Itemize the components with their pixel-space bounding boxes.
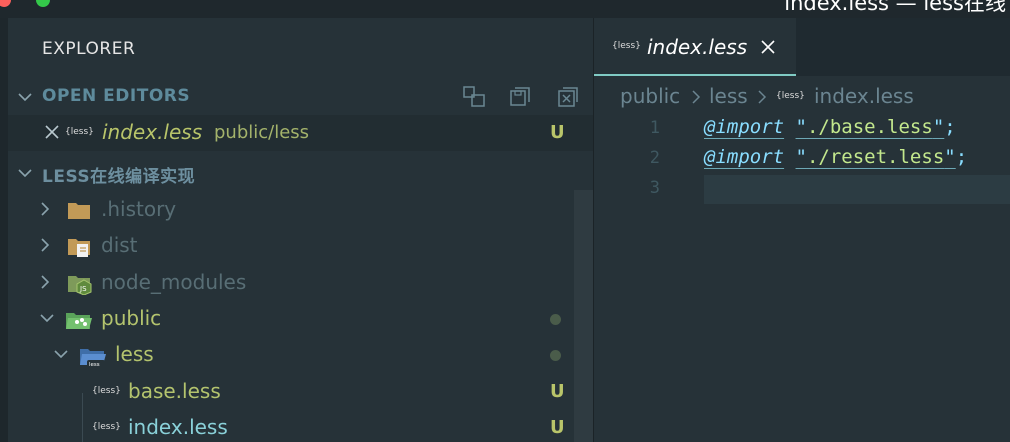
semicolon: ; xyxy=(944,116,956,138)
dist-folder-icon xyxy=(68,239,90,257)
tree-item-label: less xyxy=(115,342,154,366)
close-icon[interactable] xyxy=(44,124,60,140)
less-file-icon: {less} xyxy=(65,127,94,137)
line-number: 3 xyxy=(649,178,660,198)
tree-item-label: public xyxy=(101,306,162,330)
less-folder-icon: less xyxy=(80,349,106,368)
open-editors-header[interactable]: OPEN EDITORS xyxy=(8,81,593,111)
explorer-sidebar: EXPLORER OPEN EDITORS {less} index.less … xyxy=(8,18,593,442)
tree-item-label: dist xyxy=(101,233,138,257)
public-folder-icon xyxy=(66,313,92,329)
chevron-down-icon xyxy=(18,93,32,102)
indent-guide xyxy=(82,393,83,442)
tree-item-node-modules[interactable]: JS node_modules xyxy=(8,264,593,300)
chevron-right-icon xyxy=(41,275,50,289)
tree-item-base-less[interactable]: {less} base.less U xyxy=(8,373,593,409)
git-untracked-badge: U xyxy=(550,381,565,402)
chevron-right-icon xyxy=(758,90,767,104)
chevron-down-icon xyxy=(40,314,54,323)
open-editors-label: OPEN EDITORS xyxy=(42,86,191,106)
tree-item-public[interactable]: public xyxy=(8,300,593,336)
line-number: 1 xyxy=(649,118,660,138)
modified-dot xyxy=(550,314,561,325)
project-folder-label: LESS在线编译实现 xyxy=(42,167,196,187)
tree-item-less-folder[interactable]: less less xyxy=(8,336,593,372)
title-bar: index.less — less在线 xyxy=(0,0,1010,18)
tree-item-label: node_modules xyxy=(101,270,247,294)
git-untracked-badge: U xyxy=(550,122,565,143)
semicolon: ; xyxy=(955,146,968,168)
node-folder-icon: JS xyxy=(68,276,92,295)
tree-item-label: base.less xyxy=(128,379,221,403)
close-icon[interactable] xyxy=(760,39,776,55)
modified-dot xyxy=(550,350,561,361)
tab-index-less[interactable]: {less} index.less xyxy=(594,18,796,76)
tab-label: index.less xyxy=(647,35,748,59)
open-editor-item[interactable]: {less} index.less public/less U xyxy=(8,115,593,151)
breadcrumb-item-public[interactable]: public xyxy=(620,84,680,108)
code-line[interactable]: @import "./reset.less"; xyxy=(704,146,967,168)
chevron-down-icon xyxy=(54,350,68,359)
editor-area: {less} index.less public less {less} ind… xyxy=(594,18,1010,442)
tree-item-history[interactable]: .history xyxy=(8,191,593,227)
close-window-button[interactable] xyxy=(0,0,11,7)
open-editor-filename: index.less xyxy=(102,120,203,144)
save-all-icon[interactable] xyxy=(508,84,534,110)
less-file-icon: {less} xyxy=(612,41,641,51)
less-file-icon: {less} xyxy=(92,422,121,432)
import-keyword: @import xyxy=(704,146,785,168)
tree-item-index-less[interactable]: {less} index.less U xyxy=(8,409,593,442)
sidebar-scrollbar[interactable] xyxy=(574,190,593,442)
activity-bar xyxy=(0,18,8,442)
tree-item-dist[interactable]: dist xyxy=(8,227,593,263)
chevron-down-icon xyxy=(18,169,32,178)
breadcrumb-item-index-less[interactable]: index.less xyxy=(814,84,914,108)
quote: " xyxy=(795,116,807,138)
project-folder-header[interactable]: LESS在线编译实现 xyxy=(8,157,593,187)
close-all-icon[interactable] xyxy=(555,84,581,110)
git-untracked-badge: U xyxy=(550,417,565,438)
less-file-icon: {less} xyxy=(92,386,121,396)
chevron-right-icon xyxy=(41,202,50,216)
tab-bar: {less} index.less xyxy=(594,18,1010,76)
chevron-right-icon xyxy=(41,238,50,252)
zoom-window-button[interactable] xyxy=(36,0,50,7)
quote: " xyxy=(932,116,945,138)
tree-item-label: .history xyxy=(101,197,177,221)
import-keyword: @import xyxy=(704,116,785,138)
import-path: ./base.less xyxy=(806,116,933,138)
less-file-icon: {less} xyxy=(776,91,805,101)
folder-icon xyxy=(68,203,90,219)
open-editor-path: public/less xyxy=(214,122,310,143)
import-path: ./reset.less xyxy=(806,146,945,168)
breadcrumb-item-less[interactable]: less xyxy=(709,84,748,108)
svg-text:less: less xyxy=(89,362,100,368)
explorer-title: EXPLORER xyxy=(42,39,136,59)
quote: " xyxy=(795,146,807,168)
code-line[interactable]: @import "./base.less"; xyxy=(704,116,956,138)
line-number: 2 xyxy=(649,148,660,168)
window-title: index.less — less在线 xyxy=(784,0,1006,15)
new-untitled-file-icon[interactable] xyxy=(462,84,488,110)
svg-text:JS: JS xyxy=(79,285,87,293)
quote: " xyxy=(944,146,956,168)
chevron-right-icon xyxy=(692,90,701,104)
tree-item-label: index.less xyxy=(128,415,228,439)
current-line-highlight xyxy=(704,175,1010,204)
